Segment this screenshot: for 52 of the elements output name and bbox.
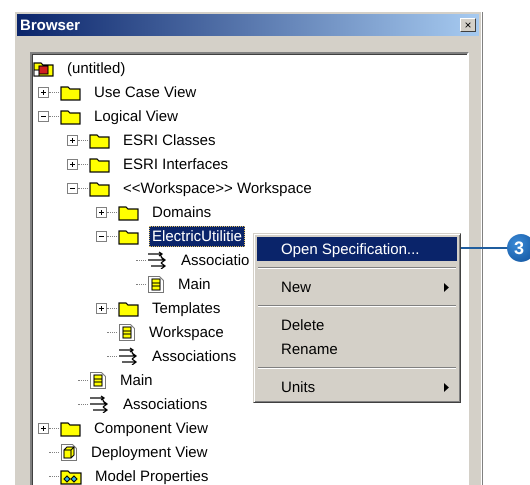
tree-item[interactable]: Component View	[91, 418, 211, 438]
tree-item[interactable]: Main	[175, 274, 214, 294]
properties-folder-icon	[60, 468, 82, 484]
folder-icon	[60, 108, 81, 124]
collapse-toggle[interactable]	[38, 110, 49, 122]
menu-item[interactable]: Rename	[257, 337, 457, 361]
tree-item[interactable]: Logical View	[91, 106, 181, 126]
expand-toggle[interactable]	[96, 302, 107, 314]
arrows-icon	[89, 395, 110, 413]
folder-icon	[60, 420, 81, 436]
tree-item[interactable]: (untitled)	[64, 58, 128, 78]
cube-icon	[60, 442, 78, 462]
collapse-toggle[interactable]	[67, 182, 78, 194]
expand-toggle[interactable]	[67, 158, 78, 170]
tree-item[interactable]: Templates	[149, 298, 224, 318]
menu-item[interactable]: Open Specification...	[257, 237, 457, 261]
menu-item[interactable]: Units	[257, 375, 457, 399]
tree-item[interactable]: Model Properties	[92, 466, 212, 485]
menu-item[interactable]: Delete	[257, 313, 457, 337]
expand-toggle[interactable]	[96, 206, 107, 218]
tree-item[interactable]: Associations	[149, 346, 240, 366]
tree-item[interactable]: ESRI Classes	[120, 130, 219, 150]
folder-icon	[89, 156, 110, 172]
close-button[interactable]: ×	[460, 18, 476, 32]
step-badge: 3	[507, 234, 530, 262]
tree-item[interactable]: ElectricUtilitie	[149, 226, 246, 246]
tree-item[interactable]: Associatio	[178, 250, 252, 270]
tree-item[interactable]: Use Case View	[91, 82, 200, 102]
diagram-icon	[89, 370, 107, 390]
expand-toggle[interactable]	[38, 422, 49, 434]
tree-item[interactable]: Workspace	[146, 322, 227, 342]
arrows-icon	[147, 251, 168, 269]
expand-toggle[interactable]	[38, 86, 49, 98]
tree-item[interactable]: <<Workspace>> Workspace	[120, 178, 315, 198]
folder-icon	[89, 132, 110, 148]
collapse-toggle[interactable]	[96, 230, 107, 242]
arrows-icon	[118, 347, 139, 365]
tree-item[interactable]: Domains	[149, 202, 214, 222]
folder-icon	[60, 84, 81, 100]
tree-item[interactable]: Deployment View	[88, 442, 210, 462]
window-title: Browser	[20, 16, 80, 34]
folder-icon	[118, 204, 139, 220]
tree-item[interactable]: Main	[117, 370, 156, 390]
diagram-icon	[147, 274, 165, 294]
folder-icon	[118, 300, 139, 316]
diagram-icon	[118, 322, 136, 342]
tree-item[interactable]: ESRI Interfaces	[120, 154, 232, 174]
folder-icon	[89, 180, 110, 196]
expand-toggle[interactable]	[67, 134, 78, 146]
folder-icon	[118, 228, 139, 244]
tree-item[interactable]: Associations	[120, 394, 210, 414]
menu-item[interactable]: New	[257, 275, 457, 299]
